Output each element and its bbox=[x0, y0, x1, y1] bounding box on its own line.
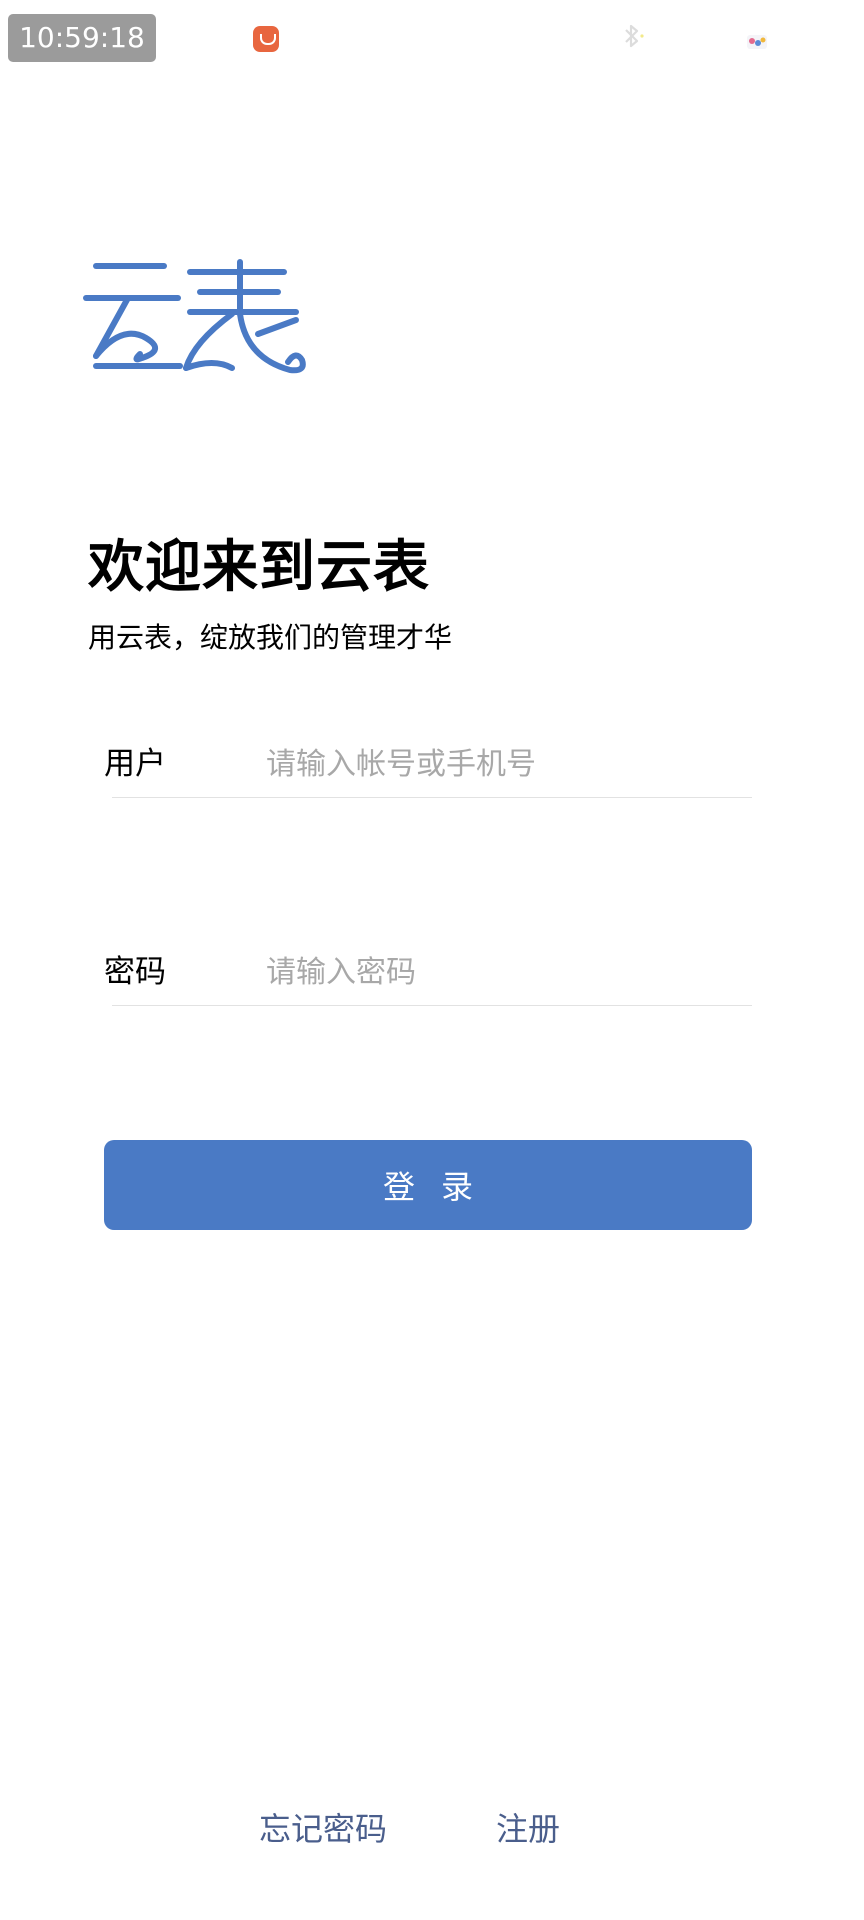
password-field-row: 密码 bbox=[104, 938, 752, 1008]
app-logo bbox=[83, 259, 306, 374]
app-notification-icon bbox=[253, 26, 279, 52]
status-time: 10:59:18 bbox=[8, 14, 156, 62]
welcome-title: 欢迎来到云表 bbox=[88, 535, 430, 600]
user-underline bbox=[112, 797, 752, 798]
forgot-password-link[interactable]: 忘记密码 bbox=[259, 1808, 387, 1850]
register-link[interactable]: 注册 bbox=[496, 1808, 560, 1850]
login-button[interactable]: 登录 bbox=[104, 1140, 752, 1230]
password-input[interactable] bbox=[266, 944, 736, 1000]
user-input[interactable] bbox=[266, 736, 736, 792]
welcome-subtitle: 用云表，绽放我们的管理才华 bbox=[88, 621, 453, 654]
user-label: 用户 bbox=[104, 746, 166, 782]
password-underline bbox=[112, 1005, 752, 1006]
password-label: 密码 bbox=[104, 954, 166, 990]
user-field-row: 用户 bbox=[104, 730, 752, 800]
app-badge-icon bbox=[747, 35, 767, 49]
bluetooth-icon bbox=[625, 24, 644, 48]
status-bar: 10:59:18 bbox=[0, 0, 864, 80]
